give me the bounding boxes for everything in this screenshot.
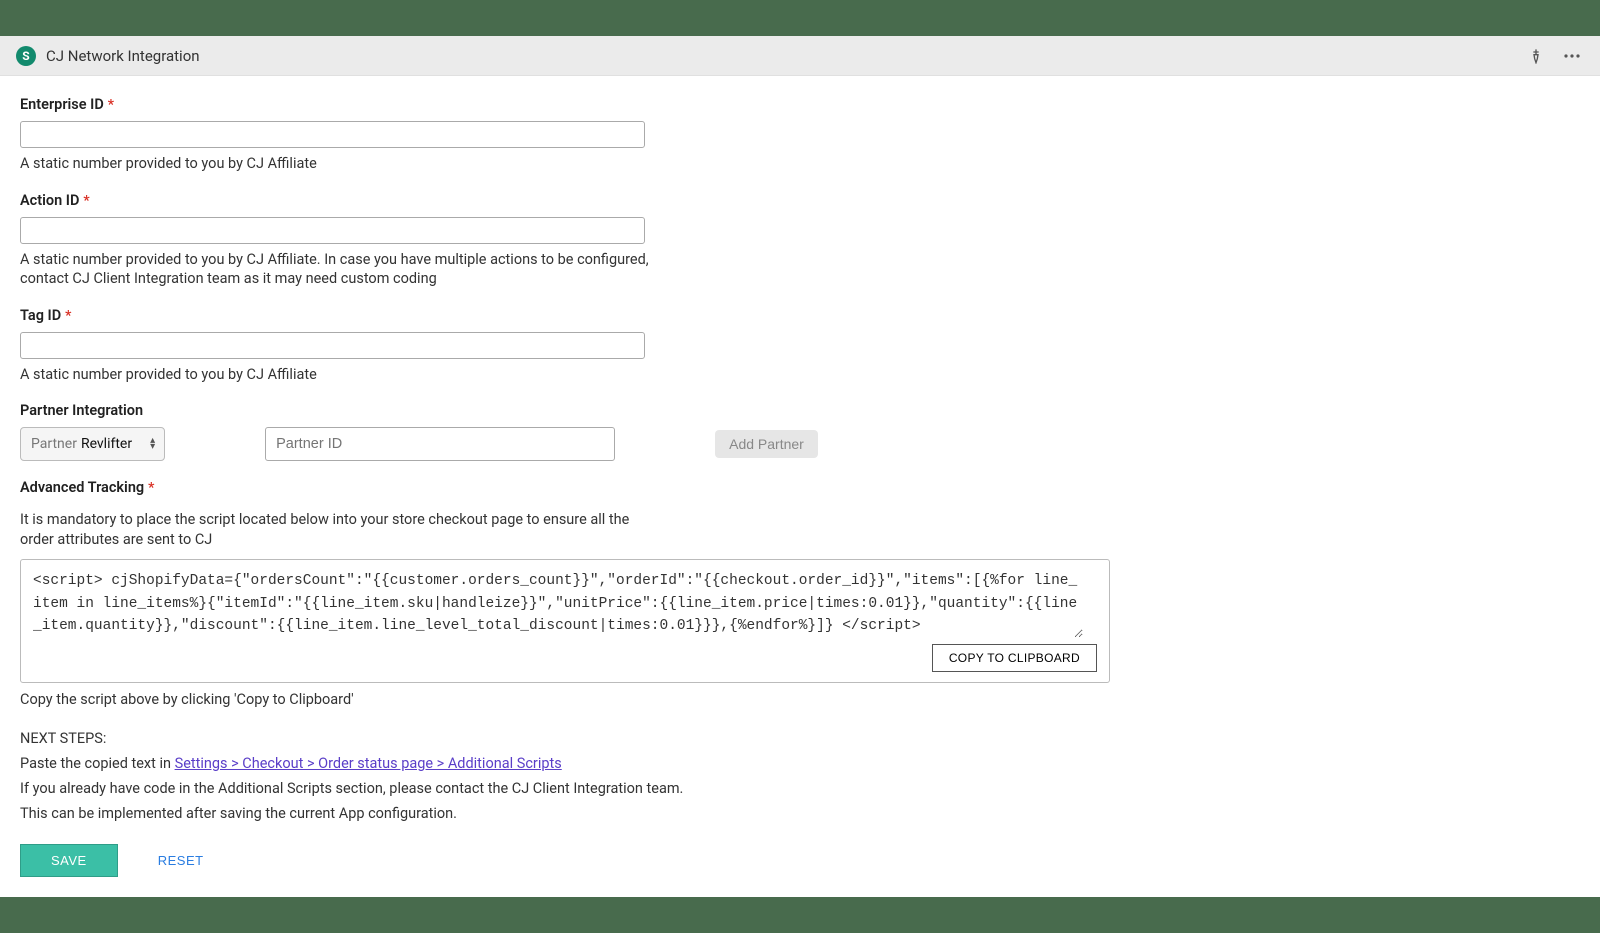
add-partner-button[interactable]: Add Partner [715, 430, 818, 458]
reset-button[interactable]: RESET [158, 853, 204, 868]
save-button[interactable]: SAVE [20, 844, 118, 877]
tag-id-help: A static number provided to you by CJ Af… [20, 365, 700, 385]
partner-select-prefix: Partner [31, 436, 77, 452]
enterprise-id-label: Enterprise ID [20, 96, 104, 113]
copy-hint: Copy the script above by clicking 'Copy … [20, 691, 1580, 708]
form-content: Enterprise ID * A static number provided… [0, 76, 1600, 897]
required-marker: * [65, 308, 71, 324]
more-icon[interactable] [1560, 44, 1584, 68]
action-id-input[interactable] [20, 217, 645, 244]
next-step-line-3: This can be implemented after saving the… [20, 803, 1580, 824]
app-shell: S CJ Network Integration Enterprise ID *… [0, 36, 1600, 897]
script-text[interactable]: <script> cjShopifyData={"ordersCount":"{… [33, 570, 1083, 637]
chevron-sort-icon: ▴▾ [150, 438, 155, 450]
enterprise-id-help: A static number provided to you by CJ Af… [20, 154, 700, 174]
script-box: <script> cjShopifyData={"ordersCount":"{… [20, 559, 1110, 682]
bottom-band [0, 897, 1600, 933]
advanced-tracking-group: Advanced Tracking * It is mandatory to p… [20, 479, 1580, 708]
top-band [0, 0, 1600, 36]
tag-id-label: Tag ID [20, 307, 61, 324]
tag-id-input[interactable] [20, 332, 645, 359]
settings-path-link[interactable]: Settings > Checkout > Order status page … [175, 755, 562, 772]
action-id-label: Action ID [20, 192, 79, 209]
enterprise-id-input[interactable] [20, 121, 645, 148]
copy-to-clipboard-button[interactable]: COPY TO CLIPBOARD [932, 644, 1097, 672]
required-marker: * [148, 480, 154, 496]
app-logo-icon: S [16, 46, 36, 66]
partner-id-input[interactable] [265, 427, 615, 461]
partner-select-value: Revlifter [81, 436, 132, 452]
advanced-tracking-desc: It is mandatory to place the script loca… [20, 510, 660, 549]
advanced-tracking-label: Advanced Tracking [20, 479, 144, 496]
partner-integration-label: Partner Integration [20, 402, 1580, 419]
partner-select[interactable]: Partner Revlifter ▴▾ [20, 427, 165, 461]
action-row: SAVE RESET [20, 844, 1580, 877]
partner-integration-group: Partner Integration Partner Revlifter ▴▾… [20, 402, 1580, 461]
required-marker: * [108, 97, 114, 113]
next-steps-block: NEXT STEPS: Paste the copied text in Set… [20, 730, 1580, 824]
pin-icon[interactable] [1524, 44, 1548, 68]
app-header: S CJ Network Integration [0, 36, 1600, 76]
enterprise-id-group: Enterprise ID * A static number provided… [20, 96, 700, 174]
next-step-line-1-prefix: Paste the copied text in [20, 755, 175, 772]
tag-id-group: Tag ID * A static number provided to you… [20, 307, 700, 385]
required-marker: * [83, 193, 89, 209]
app-title: CJ Network Integration [46, 47, 200, 65]
next-step-line-2: If you already have code in the Addition… [20, 778, 1580, 799]
action-id-group: Action ID * A static number provided to … [20, 192, 700, 289]
action-id-help: A static number provided to you by CJ Af… [20, 250, 700, 289]
next-step-line-1: Paste the copied text in Settings > Chec… [20, 753, 1580, 774]
next-steps-heading: NEXT STEPS: [20, 730, 1580, 747]
